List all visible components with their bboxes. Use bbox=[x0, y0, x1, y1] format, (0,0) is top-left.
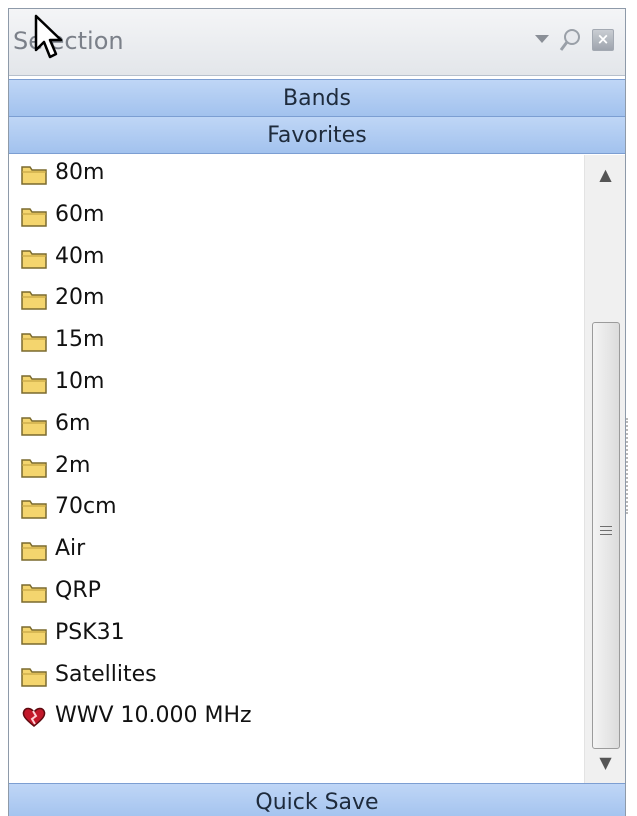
list-item[interactable]: 20m bbox=[9, 280, 584, 320]
chevron-down-icon[interactable] bbox=[532, 33, 552, 55]
list-item[interactable]: Air bbox=[9, 531, 584, 571]
list-item-label: 6m bbox=[55, 410, 91, 436]
selection-panel: Selection × Bands Favorites 80m 60m 40m 20m… bbox=[8, 8, 626, 816]
folder-icon bbox=[21, 372, 47, 394]
list-item-label: QRP bbox=[55, 578, 101, 603]
list-item-label: 70cm bbox=[55, 494, 117, 520]
list-item-label: 20m bbox=[55, 285, 105, 311]
folder-icon bbox=[21, 247, 47, 269]
folder-icon bbox=[21, 163, 47, 185]
list-item[interactable]: 15m bbox=[9, 322, 584, 362]
pin-icon[interactable] bbox=[557, 28, 583, 52]
panel-title: Selection bbox=[13, 27, 124, 55]
tab-quick-save[interactable]: Quick Save bbox=[9, 783, 625, 816]
list-item-label: Satellites bbox=[55, 661, 157, 687]
list-item[interactable]: 2m bbox=[9, 448, 584, 488]
folder-icon bbox=[21, 330, 47, 352]
tab-favorites[interactable]: Favorites bbox=[9, 116, 625, 154]
close-icon[interactable]: × bbox=[592, 29, 614, 51]
grip-icon bbox=[600, 523, 612, 537]
folder-icon bbox=[21, 288, 47, 311]
list-item[interactable]: 40m bbox=[9, 239, 584, 279]
mouse-cursor-icon bbox=[34, 14, 63, 59]
list-item-label: 40m bbox=[55, 243, 105, 269]
folder-icon bbox=[21, 539, 47, 561]
list-item[interactable]: 6m bbox=[9, 406, 584, 446]
folder-icon bbox=[21, 581, 47, 603]
folder-icon bbox=[21, 665, 47, 687]
list-item[interactable]: 80m bbox=[9, 155, 584, 195]
folder-icon bbox=[21, 414, 47, 436]
list-item[interactable]: 60m bbox=[9, 197, 584, 237]
scroll-up-icon[interactable]: ▲ bbox=[585, 155, 625, 195]
list-item-label: 2m bbox=[55, 452, 91, 478]
folder-icon bbox=[21, 497, 47, 520]
list-item[interactable]: 10m bbox=[9, 364, 584, 404]
folder-icon bbox=[21, 623, 47, 645]
tab-bands[interactable]: Bands bbox=[9, 79, 625, 117]
resize-splitter[interactable] bbox=[626, 418, 632, 514]
folder-icon bbox=[21, 456, 47, 478]
panel-titlebar[interactable]: Selection × bbox=[9, 9, 625, 76]
vertical-scrollbar[interactable]: ▲ ▼ bbox=[584, 155, 625, 783]
list-item-label: 80m bbox=[55, 160, 105, 185]
list-item-label: 15m bbox=[55, 327, 105, 353]
list-item[interactable]: 70cm bbox=[9, 489, 584, 529]
scroll-down-icon[interactable]: ▼ bbox=[585, 743, 625, 783]
list-item-label: 60m bbox=[55, 201, 105, 227]
list-item[interactable]: WWV 10.000 MHz bbox=[9, 698, 584, 738]
folder-icon bbox=[21, 205, 47, 227]
favorites-list: 80m 60m 40m 20m 15m 10m 6m 2m 70cm Air QRP PSK31 Sat… bbox=[9, 155, 584, 781]
broken-heart-icon bbox=[21, 706, 47, 728]
list-item-label: WWV 10.000 MHz bbox=[55, 703, 252, 729]
list-item[interactable]: PSK31 bbox=[9, 615, 584, 655]
list-item-label: PSK31 bbox=[55, 619, 125, 645]
list-item[interactable]: QRP bbox=[9, 573, 584, 613]
list-item[interactable]: Satellites bbox=[9, 657, 584, 697]
list-item-label: Air bbox=[55, 536, 86, 562]
scroll-thumb[interactable] bbox=[592, 322, 620, 749]
list-item-label: 10m bbox=[55, 369, 105, 394]
